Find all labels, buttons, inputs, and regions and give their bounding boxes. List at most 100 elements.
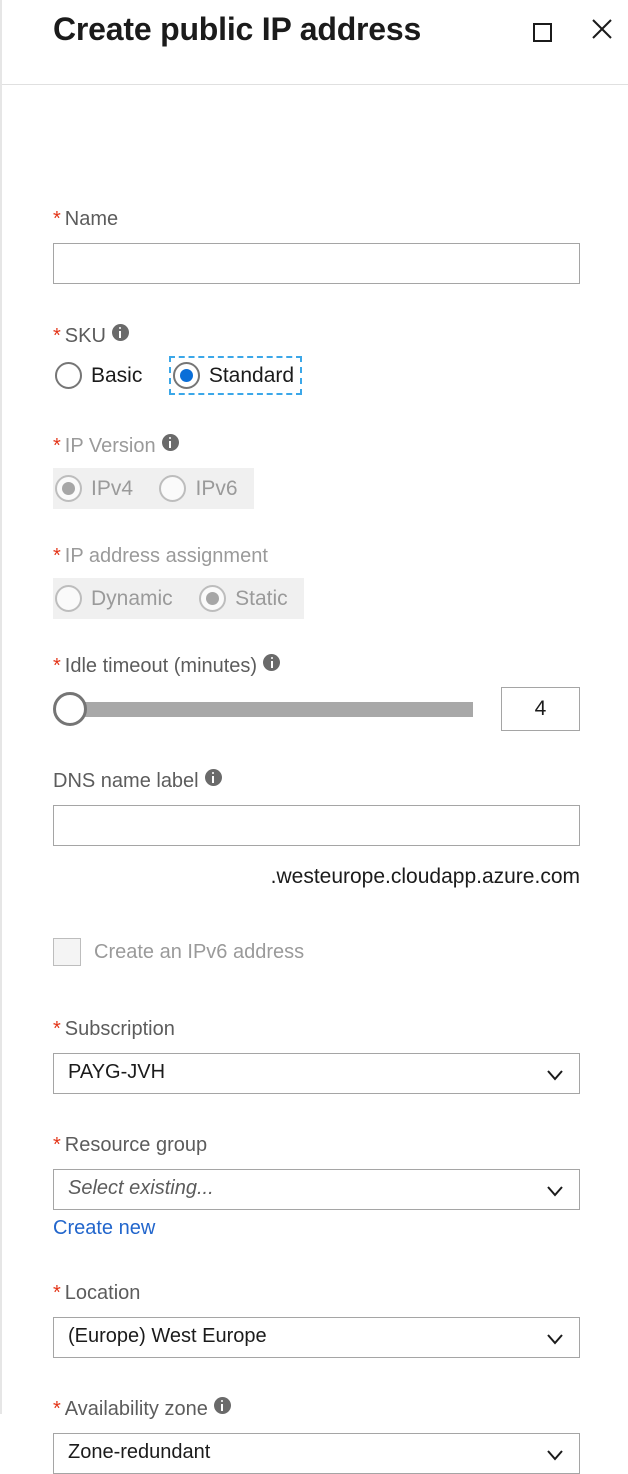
ip-assignment-option-static-label: Static [235,586,288,610]
required-asterisk: * [53,655,61,677]
required-asterisk: * [53,545,61,567]
radio-dot-static [199,585,227,612]
radio-dot-basic [55,362,82,389]
ip-version-option-ipv4-label: IPv4 [91,476,134,500]
chevron-down-icon [547,1070,563,1081]
resource-group-placeholder: Select existing... [68,1177,214,1199]
info-icon[interactable] [213,1397,231,1414]
slider-thumb[interactable] [53,692,87,726]
ip-version-options: IPv4 IPv6 [53,468,254,509]
create-ipv6-label: Create an IPv6 address [94,940,305,963]
sku-label-text: SKU [64,325,106,347]
subscription-value: PAYG-JVH [68,1061,166,1083]
info-icon[interactable] [111,324,129,341]
chevron-down-icon [547,1334,563,1345]
required-asterisk: * [53,1134,61,1156]
radio-dot-dynamic [55,585,82,612]
dns-suffix: .westeurope.cloudapp.azure.com [270,865,580,888]
field-subscription: * Subscription [53,1017,175,1041]
field-sku: * SKU [53,324,129,348]
location-select-wrapper: (Europe) West Europe [53,1317,580,1358]
field-ip-assignment: * IP address assignment [53,544,268,568]
create-ipv6-row: Create an IPv6 address [53,938,304,966]
maximize-square-icon [532,23,552,42]
close-button[interactable] [585,12,619,46]
ip-assignment-label: * IP address assignment [53,544,268,568]
page-title: Create public IP address [53,11,422,47]
ip-assignment-radio-group: Dynamic Static [53,578,304,619]
sku-radio-group: Basic Standard [53,356,303,395]
field-idle-timeout: * Idle timeout (minutes) [53,654,281,678]
dns-name-label-text: DNS name label [53,770,199,792]
required-asterisk: * [53,208,61,230]
required-asterisk: * [53,1398,61,1420]
sku-option-standard[interactable]: Standard [168,356,303,395]
chevron-down-icon [547,1450,563,1461]
ip-version-option-ipv6: IPv6 [157,471,243,506]
dns-input-wrapper [53,805,580,846]
slider-track[interactable] [69,702,473,717]
ip-version-label-text: IP Version [64,435,156,457]
subscription-select-wrapper: PAYG-JVH [53,1053,580,1094]
create-public-ip-blade: Create public IP address * Name * SKU Ba… [0,0,628,1474]
idle-timeout-control: 4 [53,687,580,731]
field-resource-group: * Resource group [53,1133,207,1157]
create-ipv6-checkbox-row: Create an IPv6 address [53,938,304,966]
required-asterisk: * [53,325,61,347]
field-location: * Location [53,1281,140,1305]
resource-group-select-wrapper: Select existing... [53,1169,580,1210]
field-dns-name-label: DNS name label [53,769,222,793]
sku-option-standard-label: Standard [208,363,295,387]
sku-options: Basic Standard [53,356,303,395]
required-asterisk: * [53,1018,61,1040]
radio-dot-ipv4 [55,475,82,502]
required-asterisk: * [53,1282,61,1304]
availability-zone-label-text: Availability zone [64,1398,208,1420]
ip-version-radio-group: IPv4 IPv6 [53,468,254,509]
radio-dot-ipv6 [159,475,187,502]
radio-dot-standard [172,362,200,389]
resource-group-label: * Resource group [53,1133,207,1157]
maximize-button[interactable] [525,12,559,46]
availability-zone-select-wrapper: Zone-redundant [53,1433,580,1474]
availability-zone-value: Zone-redundant [68,1441,211,1463]
create-new-resource-group-link[interactable]: Create new [53,1217,155,1239]
idle-timeout-label-text: Idle timeout (minutes) [64,655,258,677]
location-label: * Location [53,1281,140,1305]
close-x-icon [592,19,612,39]
create-new-link-wrapper: Create new [53,1217,155,1240]
ip-version-option-ipv6-label: IPv6 [195,476,238,500]
chevron-down-icon [547,1186,563,1197]
availability-zone-label: * Availability zone [53,1397,231,1421]
location-label-text: Location [64,1282,141,1304]
sku-option-basic[interactable]: Basic [53,358,148,393]
ip-assignment-option-static: Static [197,581,294,616]
info-icon[interactable] [204,769,222,786]
dns-name-label-input[interactable] [53,805,580,846]
location-value: (Europe) West Europe [68,1325,267,1347]
field-ip-version: * IP Version [53,434,179,458]
ip-assignment-option-dynamic: Dynamic [53,581,179,616]
field-availability-zone: * Availability zone [53,1397,231,1421]
subscription-select[interactable]: PAYG-JVH [53,1053,580,1094]
ip-version-label: * IP Version [53,434,179,458]
subscription-label-text: Subscription [64,1018,175,1040]
info-icon[interactable] [161,434,179,451]
ip-assignment-option-dynamic-label: Dynamic [91,586,173,610]
location-select[interactable]: (Europe) West Europe [53,1317,580,1358]
dns-suffix-wrapper: .westeurope.cloudapp.azure.com [53,865,580,889]
sku-label: * SKU [53,324,129,348]
name-input[interactable] [53,243,580,284]
name-label: * Name [53,207,118,231]
idle-timeout-value[interactable]: 4 [501,687,580,731]
name-label-text: Name [64,208,119,230]
name-input-wrapper [53,243,580,284]
idle-timeout-label: * Idle timeout (minutes) [53,654,281,678]
ip-assignment-options: Dynamic Static [53,578,304,619]
resource-group-select[interactable]: Select existing... [53,1169,580,1210]
ip-version-option-ipv4: IPv4 [53,471,139,506]
info-icon[interactable] [263,654,281,671]
ip-assignment-label-text: IP address assignment [64,545,268,567]
idle-timeout-slider[interactable]: 4 [53,687,580,731]
availability-zone-select[interactable]: Zone-redundant [53,1433,580,1474]
